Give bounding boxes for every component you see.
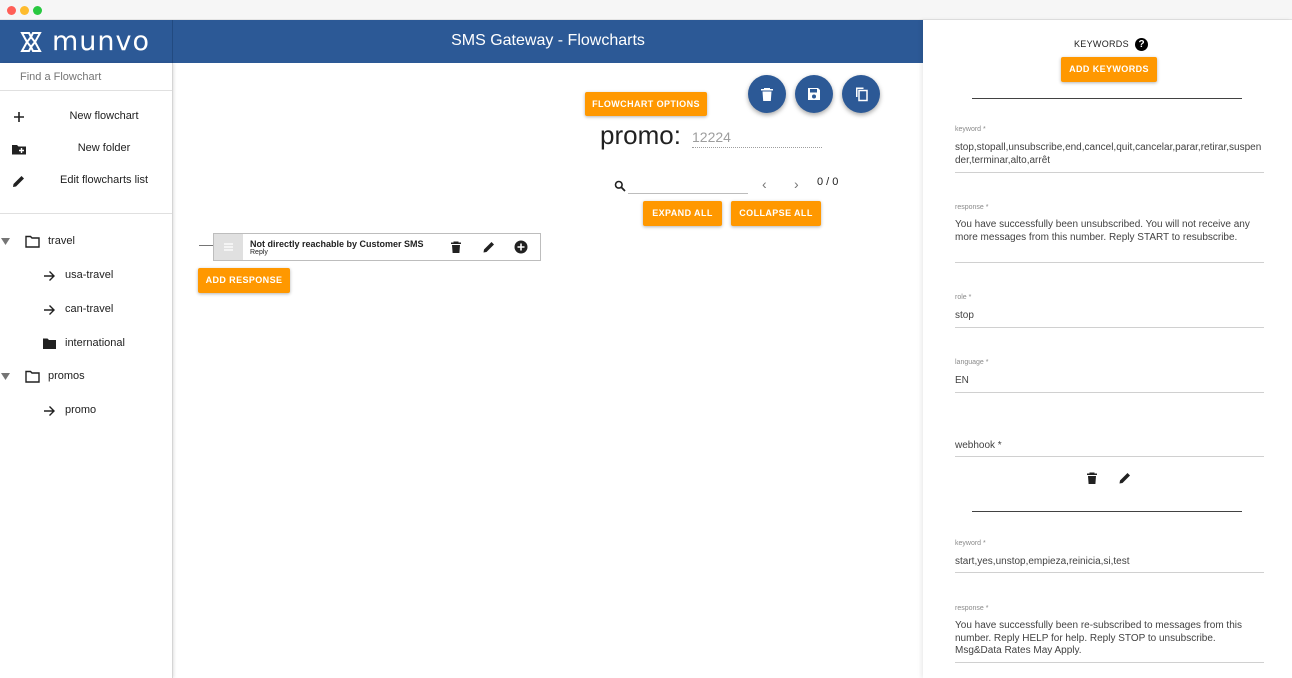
role-value: stop: [955, 310, 974, 321]
search-icon: [614, 180, 626, 192]
arrow-right-icon: [44, 271, 55, 281]
response-field[interactable]: response * You have successfully been re…: [955, 605, 1264, 663]
new-flowchart-button[interactable]: New flowchart: [0, 103, 172, 131]
pencil-icon[interactable]: [1118, 471, 1132, 485]
flowchart-search-input[interactable]: [20, 71, 170, 83]
role-field[interactable]: role * stop: [955, 294, 1264, 328]
folder-label: travel: [48, 235, 75, 247]
expand-all-button[interactable]: EXPAND ALL: [643, 201, 722, 226]
keyword-label: keyword *: [955, 540, 986, 547]
keyword-label: keyword *: [955, 126, 986, 133]
app-header: munvo SMS Gateway - Flowcharts: [0, 20, 923, 63]
flowchart-node[interactable]: Not directly reachable by Customer SMS R…: [213, 233, 541, 261]
language-value: EN: [955, 375, 969, 386]
new-folder-button[interactable]: New folder: [0, 135, 172, 163]
section-divider: [972, 98, 1242, 99]
add-response-button[interactable]: ADD RESPONSE: [198, 268, 290, 293]
window-close-button[interactable]: [7, 6, 16, 15]
response-label: response *: [955, 204, 989, 211]
pencil-icon: [13, 176, 24, 187]
arrow-right-icon: [44, 305, 55, 315]
window-minimize-button[interactable]: [20, 6, 29, 15]
new-folder-label: New folder: [77, 142, 131, 154]
copy-flowchart-button[interactable]: [842, 75, 880, 113]
logo-text: munvo: [52, 26, 151, 57]
flowchart-number-field[interactable]: 12224: [692, 129, 822, 148]
munvo-logo-icon: [20, 31, 42, 52]
folder-plus-icon: [12, 145, 26, 155]
node-subtitle: Reply: [250, 249, 268, 256]
language-label: language *: [955, 359, 989, 366]
node-connector-line: [199, 245, 213, 246]
trash-icon: [761, 88, 773, 101]
folder-label: promos: [48, 370, 85, 382]
folder-outline-icon: [25, 235, 40, 248]
pencil-icon[interactable]: [482, 240, 496, 254]
munvo-logo[interactable]: munvo: [18, 28, 150, 55]
window-titlebar: [0, 0, 1292, 20]
caret-down-icon[interactable]: [1, 373, 10, 380]
edit-flowcharts-list-label: Edit flowcharts list: [59, 174, 149, 186]
copy-icon: [856, 87, 868, 102]
keyword-field[interactable]: keyword * start,yes,unstop,empieza,reini…: [955, 540, 1264, 573]
chevron-right-icon[interactable]: ›: [794, 177, 799, 191]
caret-down-icon[interactable]: [1, 238, 10, 245]
flowchart-label: promo: [65, 404, 97, 416]
sidebar-divider: [0, 90, 172, 91]
folder-promos[interactable]: promos: [0, 366, 172, 388]
response-field[interactable]: response * You have successfully been un…: [955, 204, 1264, 263]
language-field[interactable]: language * EN: [955, 359, 1264, 393]
delete-flowchart-button[interactable]: [748, 75, 786, 113]
folder-international[interactable]: international: [40, 333, 172, 355]
page-title: SMS Gateway - Flowcharts: [451, 32, 645, 49]
keyword-value: stop,stopall,unsubscribe,end,cancel,quit…: [955, 142, 1262, 166]
flowchart-options-button[interactable]: FLOWCHART OPTIONS: [585, 92, 707, 116]
drag-handle-icon: [224, 243, 233, 251]
save-flowchart-button[interactable]: [795, 75, 833, 113]
save-icon: [808, 88, 820, 100]
help-icon[interactable]: ?: [1135, 38, 1148, 51]
new-flowchart-label: New flowchart: [69, 110, 139, 122]
folder-icon: [43, 338, 56, 349]
flowchart-usa-travel[interactable]: usa-travel: [40, 265, 172, 287]
keyword-value: start,yes,unstop,empieza,reinicia,si,tes…: [955, 556, 1130, 567]
window-maximize-button[interactable]: [33, 6, 42, 15]
flowchart-can-travel[interactable]: can-travel: [40, 299, 172, 321]
response-value: You have successfully been re-subscribed…: [955, 620, 1242, 656]
keyword-field[interactable]: keyword * stop,stopall,unsubscribe,end,c…: [955, 126, 1264, 173]
trash-icon[interactable]: [1085, 471, 1099, 485]
sidebar: New flowchart New folder Edit flowcharts…: [0, 63, 173, 678]
flowchart-label: can-travel: [65, 303, 114, 315]
search-result-counter: 0 / 0: [817, 176, 839, 188]
trash-icon[interactable]: [449, 240, 463, 254]
node-search-input[interactable]: [628, 180, 748, 194]
flowchart-title: promo:: [600, 120, 681, 150]
flowchart-label: usa-travel: [65, 269, 114, 281]
webhook-field[interactable]: webhook *: [955, 439, 1264, 457]
sidebar-divider: [0, 213, 172, 214]
add-circle-icon[interactable]: [514, 240, 528, 254]
section-divider: [972, 511, 1242, 512]
folder-label: international: [65, 337, 125, 349]
role-label: role *: [955, 294, 972, 301]
response-value: You have successfully been unsubscribed.…: [955, 219, 1250, 243]
node-title: Not directly reachable by Customer SMS: [250, 239, 424, 249]
flowchart-promo[interactable]: promo: [40, 400, 172, 422]
keywords-panel: KEYWORDS ? ADD KEYWORDS keyword * stop,s…: [923, 20, 1292, 678]
folder-travel[interactable]: travel: [0, 231, 172, 253]
drag-handle[interactable]: [214, 234, 243, 260]
plus-icon: [14, 112, 24, 122]
response-label: response *: [955, 605, 989, 612]
chevron-left-icon[interactable]: ‹: [762, 177, 767, 191]
collapse-all-button[interactable]: COLLAPSE ALL: [731, 201, 821, 226]
edit-flowcharts-list-button[interactable]: Edit flowcharts list: [0, 167, 172, 195]
webhook-label: webhook *: [955, 440, 1002, 451]
folder-outline-icon: [25, 370, 40, 383]
keywords-title: KEYWORDS: [1074, 39, 1129, 49]
add-keywords-button[interactable]: ADD KEYWORDS: [1061, 57, 1157, 82]
arrow-right-icon: [44, 406, 55, 416]
